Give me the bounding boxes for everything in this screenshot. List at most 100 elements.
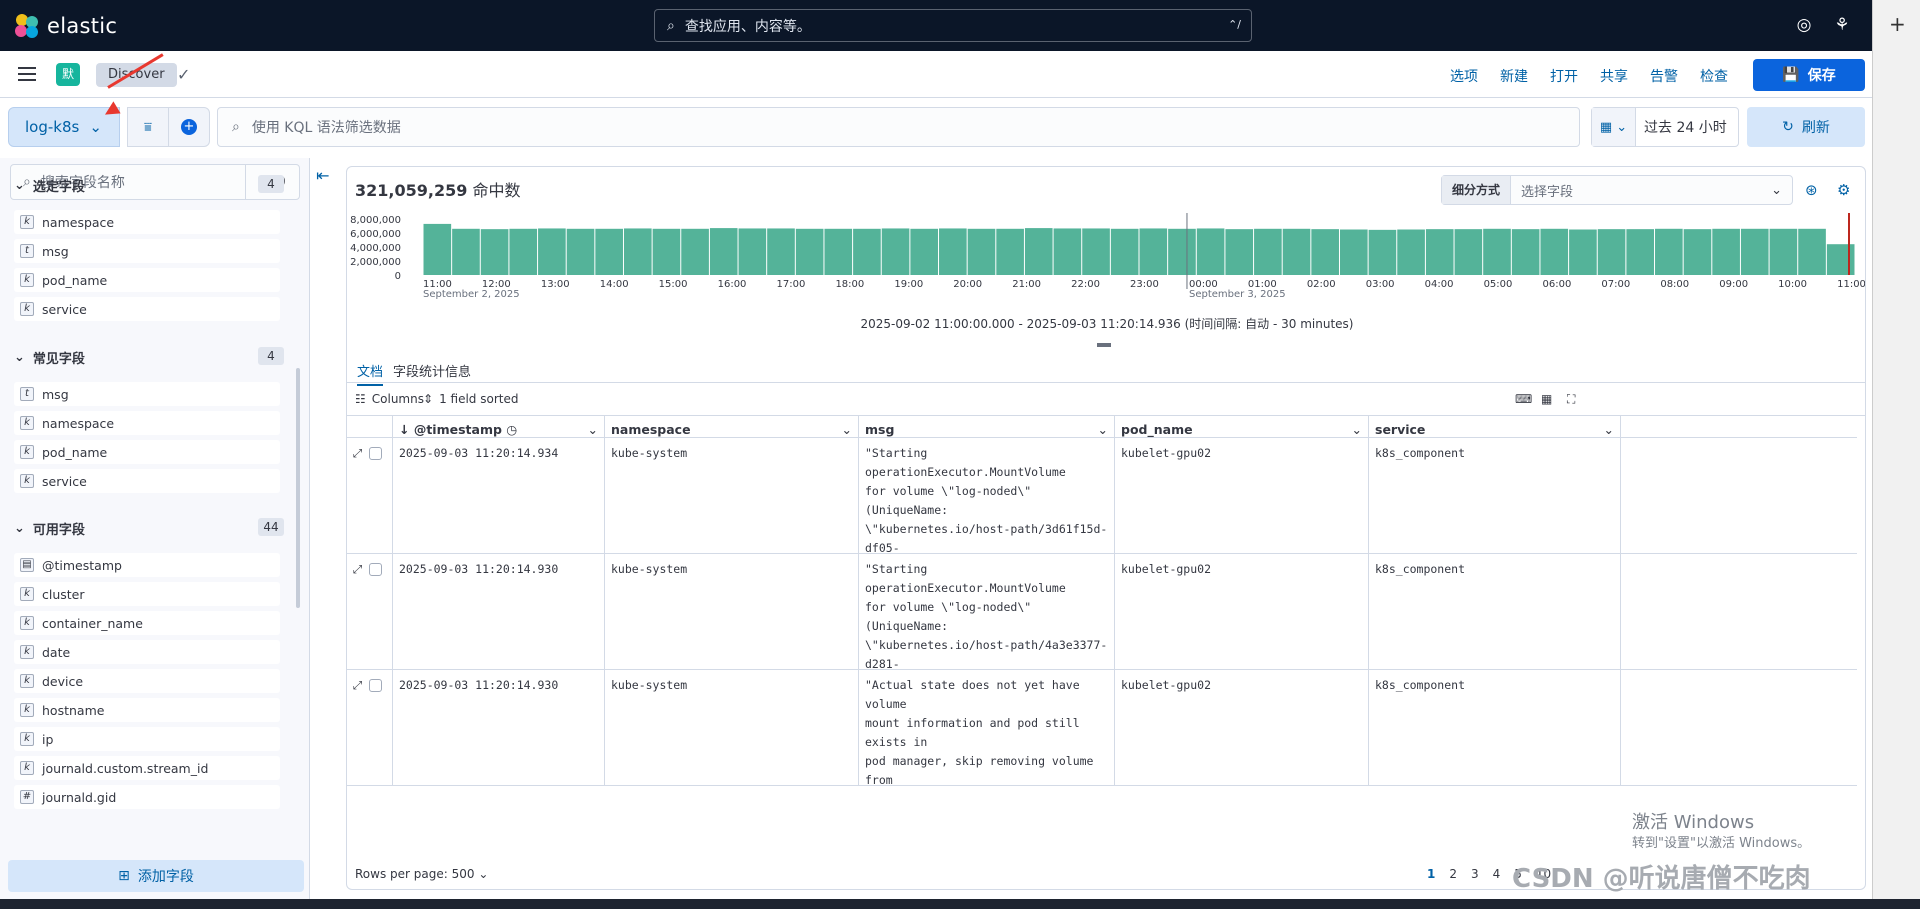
histogram-bar[interactable] [1712, 228, 1740, 275]
columns-button[interactable]: ☷ Columns [355, 392, 424, 406]
histogram-bar[interactable] [1168, 228, 1196, 275]
histogram-bar[interactable] [1511, 229, 1540, 275]
chevron-down-icon[interactable]: ⌄ [1604, 420, 1614, 437]
field-item[interactable]: ▤ @timestamp [14, 553, 280, 577]
cell-pod_name[interactable]: kubelet-gpu02 [1115, 670, 1369, 785]
row-checkbox[interactable] [369, 563, 383, 576]
menu-toggle-icon[interactable] [18, 67, 36, 81]
histogram-bar[interactable] [1798, 228, 1826, 275]
histogram-bar[interactable] [423, 223, 452, 275]
column-header-service[interactable]: service ⌄ [1369, 416, 1621, 437]
histogram-bar[interactable] [1740, 228, 1769, 275]
histogram-bar[interactable] [1368, 229, 1397, 275]
histogram-bar[interactable] [824, 228, 853, 275]
field-section-popular[interactable]: ⌄ 常见字段 [14, 348, 85, 367]
cell-namespace[interactable]: kube-system [605, 670, 859, 785]
histogram-bar[interactable] [1626, 229, 1655, 275]
fullscreen-icon[interactable]: ⛶ [1567, 392, 1575, 407]
menu-new[interactable]: 新建 [1500, 66, 1528, 86]
field-item[interactable]: # journald.gid [14, 785, 280, 809]
histogram-bar[interactable] [1110, 228, 1139, 275]
cell-msg[interactable]: "Starting operationExecutor.MountVolume … [859, 554, 1115, 669]
help-icon[interactable]: ◎ [1794, 15, 1814, 35]
cell-service[interactable]: k8s_component [1369, 438, 1621, 553]
histogram-bar[interactable] [1540, 228, 1569, 275]
histogram-bar[interactable] [1425, 229, 1454, 275]
histogram-bar[interactable] [1597, 229, 1626, 275]
cell-namespace[interactable]: kube-system [605, 554, 859, 669]
field-item[interactable]: t msg [14, 239, 280, 263]
calendar-icon[interactable]: ▦ ⌄ [1592, 108, 1636, 146]
histogram-bar[interactable] [1282, 228, 1311, 275]
histogram-bar[interactable] [967, 228, 996, 275]
histogram-bar[interactable] [480, 229, 509, 275]
histogram-bar[interactable] [996, 228, 1024, 275]
histogram-bar[interactable] [1397, 229, 1425, 276]
field-item[interactable]: t msg [14, 382, 280, 406]
expand-row-icon[interactable]: ⤢ [353, 562, 369, 576]
column-header-timestamp[interactable]: ↓ @timestamp ◷ ⌄ [393, 416, 605, 437]
kql-query-input[interactable]: ⌕ 使用 KQL 语法筛选数据 [217, 107, 1580, 147]
histogram-bar[interactable] [623, 228, 652, 275]
histogram-bar[interactable] [566, 228, 595, 275]
cell-msg[interactable]: "Starting operationExecutor.MountVolume … [859, 438, 1115, 553]
histogram-bar[interactable] [1339, 229, 1368, 276]
histogram-bar[interactable] [1225, 229, 1254, 275]
sidebar-scrollbar[interactable] [296, 368, 300, 608]
menu-alerts[interactable]: 告警 [1650, 66, 1678, 86]
field-item[interactable]: k service [14, 297, 280, 321]
field-item[interactable]: k ip [14, 727, 280, 751]
field-item[interactable]: k device [14, 669, 280, 693]
menu-open[interactable]: 打开 [1550, 66, 1578, 86]
cell-timestamp[interactable]: 2025-09-03 11:20:14.934 [393, 438, 605, 553]
expand-row-icon[interactable]: ⤢ [353, 678, 369, 692]
page-link-1[interactable]: 1 [1427, 867, 1435, 881]
expand-row-icon[interactable]: ⤢ [353, 446, 369, 460]
histogram-bar[interactable] [881, 228, 910, 275]
field-item[interactable]: k namespace [14, 411, 280, 435]
histogram-bar[interactable] [1683, 229, 1712, 275]
field-item[interactable]: k pod_name [14, 268, 280, 292]
histogram-bar[interactable] [738, 228, 767, 275]
histogram-bar[interactable] [709, 228, 738, 275]
histogram-bar[interactable] [1254, 228, 1282, 275]
refresh-button[interactable]: ↻ 刷新 [1747, 107, 1865, 147]
field-item[interactable]: k container_name [14, 611, 280, 635]
field-section-selected[interactable]: ⌄ 选定字段 [14, 176, 85, 195]
resize-handle[interactable] [1097, 343, 1111, 347]
field-item[interactable]: k date [14, 640, 280, 664]
table-row[interactable]: ⤢ 2025-09-03 11:20:14.934 kube-system "Sta… [347, 438, 1857, 554]
save-button[interactable]: 💾 保存 [1753, 59, 1865, 91]
row-checkbox[interactable] [369, 447, 383, 460]
keyboard-icon[interactable]: ⌨ [1515, 392, 1532, 406]
menu-inspect[interactable]: 检查 [1700, 66, 1728, 86]
histogram-bar[interactable] [939, 228, 967, 275]
page-link-4[interactable]: 4 [1493, 867, 1501, 881]
add-field-button[interactable]: ⊞ 添加字段 [8, 860, 304, 892]
menu-options[interactable]: 选项 [1450, 66, 1478, 86]
field-item[interactable]: k service [14, 469, 280, 493]
histogram-bar[interactable] [595, 228, 623, 275]
elastic-logo[interactable]: elastic [14, 13, 117, 39]
add-filter-button[interactable]: + [168, 107, 210, 147]
filter-menu-button[interactable]: ⩸ [127, 107, 169, 147]
breadcrumb-discover[interactable]: Discover [96, 63, 177, 87]
histogram-bar[interactable] [1053, 228, 1082, 275]
field-section-available[interactable]: ⌄ 可用字段 [14, 519, 85, 538]
column-header-namespace[interactable]: namespace ⌄ [605, 416, 859, 437]
histogram-bar[interactable] [1454, 229, 1483, 275]
histogram-bar[interactable] [1569, 229, 1597, 276]
table-row[interactable]: ⤢ 2025-09-03 11:20:14.930 kube-system "Act… [347, 670, 1857, 786]
histogram-bar[interactable] [853, 228, 881, 275]
cell-msg[interactable]: "Actual state does not yet have volume m… [859, 670, 1115, 785]
histogram-bar[interactable] [652, 228, 681, 275]
column-header-pod_name[interactable]: pod_name ⌄ [1115, 416, 1369, 437]
chart-options-icon[interactable]: ⊛ [1805, 181, 1818, 199]
cell-timestamp[interactable]: 2025-09-03 11:20:14.930 [393, 554, 605, 669]
chevron-down-icon[interactable]: ⌄ [1098, 420, 1108, 437]
histogram-bar[interactable] [1024, 228, 1053, 275]
display-options-icon[interactable]: ▦ [1541, 392, 1552, 406]
chevron-down-icon[interactable]: ⌄ [1352, 420, 1362, 437]
histogram-bar[interactable] [1655, 228, 1683, 275]
news-icon[interactable]: ⚘ [1832, 15, 1852, 35]
